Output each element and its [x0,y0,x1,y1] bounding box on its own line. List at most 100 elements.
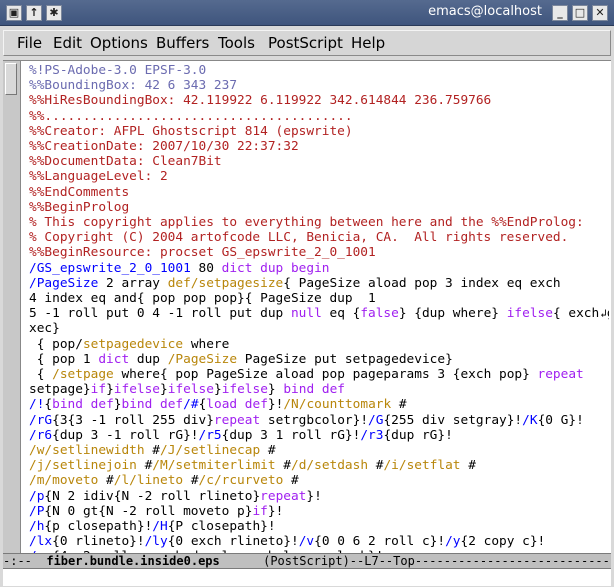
close-button[interactable]: ✕ [592,5,608,21]
window-titlebar: ▣ ↑ ✱ emacs@localhost _ □ ✕ [0,0,614,26]
code-token: setpagedevice [82,336,184,352]
scrollbar-thumb[interactable] [5,63,17,95]
code-token: {255 div setgray}! [383,412,523,428]
code-token: /ly [144,534,168,550]
code-token: setrgbcolor}! [260,412,369,428]
vertical-scrollbar[interactable] [3,61,21,553]
editor-window[interactable]: %!PS-Adobe-3.0 EPSF-3.0 %%BoundingBox: 42… [3,60,611,553]
code-line: % This copyright applies to everything b… [29,215,584,230]
code-token: % Copyright (C) 2004 artofcode LLC, Beni… [29,230,569,246]
code-token: # [183,473,199,489]
code-token: /G [368,412,384,428]
menu-edit[interactable]: Edit [53,34,82,52]
mode-line: -:-- fiber.bundle.inside0.eps (PostScrip… [3,553,611,569]
sticky-window-button[interactable]: ✱ [46,5,62,21]
menu-postscript[interactable]: PostScript [268,34,343,52]
code-token: where{ pop PageSize aload pop pageparams… [113,367,538,382]
code-line: %%BeginResource: procset GS_epswrite_2_0… [29,245,376,260]
code-line: /j/setlinejoin #/M/setmiterlimit #/d/set… [29,458,476,473]
modeline-status: -:-- [3,554,47,568]
code-token: where [183,336,230,352]
menu-tools[interactable]: Tools [218,34,255,52]
code-line: %%HiResBoundingBox: 42.119922 6.119922 3… [29,93,491,108]
code-token: /rG [29,412,53,428]
menu-options[interactable]: Options [90,34,148,52]
modeline-buffer-name[interactable]: fiber.bundle.inside0.eps [46,554,219,568]
raise-window-button[interactable]: ↑ [26,5,42,21]
code-token: /# [183,397,199,413]
menu-file[interactable]: File [17,34,42,52]
code-token: %%BoundingBox: 42 6 343 237 [29,78,238,94]
code-token: {2 copy c}! [460,534,546,550]
code-line: /h{p closepath}!/H{P closepath}! [29,519,276,534]
code-line: %%BeginProlog [29,200,129,215]
code-token: bind def [121,397,184,413]
code-token: /setpage [52,367,114,382]
menu-buffers[interactable]: Buffers [156,34,209,52]
code-token: # [283,473,299,489]
code-token: /r3 [360,427,384,443]
code-token: }! [267,503,284,519]
code-token: /M/setmiterlimit [152,458,276,474]
code-token: 2 array [98,275,168,291]
maximize-button[interactable]: □ [572,5,588,21]
code-token: ifelse [167,382,214,398]
code-token: /p [29,488,45,504]
code-token: /j/setlinejoin [29,458,137,474]
code-token: # [275,458,291,474]
code-token: def/setpagesize [167,275,284,291]
window-title: emacs@localhost [428,4,542,19]
code-token: {P closepath}! [167,519,276,534]
code-token: { [44,397,53,413]
code-token: bind def [283,382,345,398]
code-line: /rG{3{3 -1 roll 255 div}repeat setrgbcol… [29,413,584,428]
minimize-button[interactable]: _ [552,5,568,21]
window-menu-button[interactable]: ▣ [6,5,22,21]
code-token: }! [267,397,284,413]
code-token: { PageSize aload pop 3 index eq exch [283,275,561,291]
code-line: xec}↪ [29,321,60,336]
code-token: # [260,443,276,458]
code-token: {N 2 idiv{N -2 roll rlineto} [44,488,261,504]
code-token: ifelse [221,382,268,398]
code-token: bind def [52,397,114,413]
code-line: %%Creator: AFPL Ghostscript 814 (epswrit… [29,124,353,139]
code-token: /GS_epswrite_2_0_1001 [29,260,191,276]
code-token: eq { [321,306,361,322]
code-token: { pop/ [29,336,83,352]
code-token: if [90,382,107,398]
code-token: } [160,382,168,398]
code-line: { /setpage where{ pop PageSize aload pop… [29,367,584,382]
code-token: repeat [213,412,261,428]
code-token: } {dup where} [398,306,507,322]
code-token: # [136,458,153,474]
code-token: %%CreationDate: 2007/10/30 22:37:32 [29,139,299,154]
code-line: /m/moveto #/l/lineto #/c/rcurveto # [29,473,299,488]
code-token: } [213,382,222,398]
code-token: /P [29,503,45,519]
code-line: %%EndComments [29,185,129,200]
code-token: {N 0 gt{N -2 roll moveto p} [44,503,253,519]
code-line: % Copyright (C) 2004 artofcode LLC, Beni… [29,230,568,245]
code-token: %%EndComments [29,184,130,200]
code-token: /PageSize [167,351,238,367]
menu-bar: File Edit Options Buffers Tools PostScri… [3,30,611,56]
code-token: {3{3 -1 roll 255 div} [52,412,214,428]
buffer-text[interactable]: %!PS-Adobe-3.0 EPSF-3.0 %%BoundingBox: 42… [29,61,609,553]
code-token: /l/lineto [113,473,184,489]
code-line: %%DocumentData: Clean7Bit [29,154,222,169]
minibuffer[interactable] [3,569,611,586]
code-line: /GS_epswrite_2_0_1001 80 dict dup begin [29,261,330,276]
menu-help[interactable]: Help [351,34,385,52]
code-token: /v [298,534,315,550]
code-token: /c/rcurveto [198,473,284,489]
code-token: %%BeginResource: procset GS_epswrite_2_0… [29,245,376,261]
code-line: /lx{0 rlineto}!/ly{0 exch rlineto}!/v{0 … [29,534,545,549]
code-line: /PageSize 2 array def/setpagesize{ PageS… [29,276,561,291]
code-token: {0 rlineto}! [52,534,145,550]
code-token: if [252,503,268,519]
code-line: /!{bind def}bind def/#{load def}!/N/coun… [29,397,407,412]
code-token: %%DocumentData: Clean7Bit [29,154,222,170]
code-token: repeat [260,488,307,504]
code-token: /m/moveto [29,473,99,489]
